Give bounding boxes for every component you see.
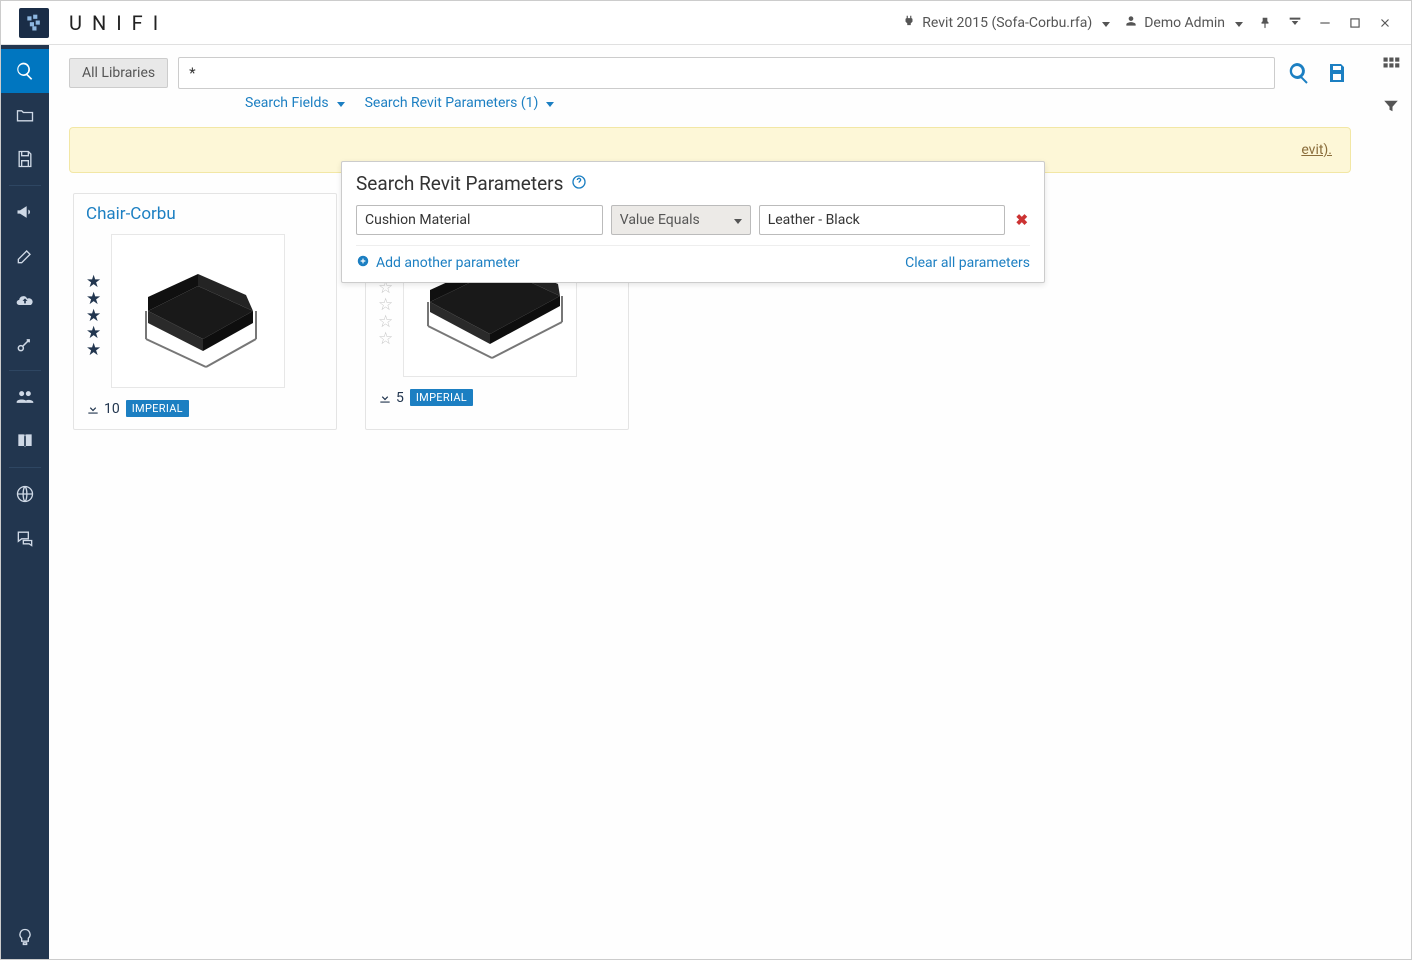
library-selector[interactable]: All Libraries [69, 58, 168, 88]
caret-down-icon [542, 95, 554, 111]
compact-icon[interactable] [1287, 15, 1303, 31]
brand-name: UNIFI [69, 11, 168, 35]
titlebar-file-dropdown[interactable]: Revit 2015 (Sofa-Corbu.rfa) [902, 14, 1110, 32]
sidebar-chat[interactable] [1, 516, 49, 560]
titlebar-user-dropdown[interactable]: Demo Admin [1124, 14, 1243, 32]
sidebar-book[interactable] [1, 419, 49, 463]
plug-icon [902, 14, 916, 32]
user-label: Demo Admin [1144, 15, 1225, 31]
sidebar-search[interactable] [1, 49, 49, 93]
filter-fields-label: Search Fields [245, 95, 329, 111]
grid-view-icon[interactable] [1381, 55, 1401, 79]
right-rail [1371, 45, 1411, 959]
thumbnail[interactable] [111, 234, 285, 388]
download-value: 5 [396, 390, 404, 406]
titlebar: UNIFI Revit 2015 (Sofa-Corbu.rfa) Demo A… [1, 1, 1411, 45]
sidebar-globe[interactable] [1, 472, 49, 516]
unit-badge: IMPERIAL [410, 389, 473, 406]
sidebar-upload[interactable] [1, 278, 49, 322]
star-icon: ★ [86, 342, 101, 359]
caret-down-icon [333, 95, 345, 111]
result-card: Chair-Corbu ★ ★ ★ ★ ★ [73, 193, 337, 430]
download-icon [378, 391, 392, 405]
file-label: Revit 2015 (Sofa-Corbu.rfa) [922, 15, 1092, 31]
filter-icon[interactable] [1382, 97, 1400, 119]
sidebar-tip[interactable] [1, 915, 49, 959]
app-window: UNIFI Revit 2015 (Sofa-Corbu.rfa) Demo A… [0, 0, 1412, 960]
download-count: 5 [378, 390, 404, 406]
search-input[interactable] [178, 57, 1275, 89]
brand-logo: UNIFI [19, 8, 168, 38]
save-search-button[interactable] [1323, 59, 1351, 87]
sidebar-link[interactable] [1, 322, 49, 366]
param-name-input[interactable] [356, 205, 603, 235]
card-title-link[interactable]: Chair-Corbu [86, 204, 176, 224]
rating[interactable]: ★ ★ ★ ★ ★ [86, 274, 101, 359]
add-param-label: Add another parameter [376, 255, 520, 271]
user-icon [1124, 14, 1138, 32]
run-search-button[interactable] [1285, 59, 1313, 87]
star-icon: ☆ [378, 331, 393, 348]
download-count: 10 [86, 401, 120, 417]
search-revit-params-dropdown[interactable]: Search Revit Parameters (1) [365, 95, 555, 111]
popover-heading: Search Revit Parameters [356, 172, 563, 195]
download-value: 10 [104, 401, 120, 417]
sidebar-announce[interactable] [1, 190, 49, 234]
maximize-icon[interactable] [1347, 15, 1363, 31]
sidebar-save[interactable] [1, 137, 49, 181]
add-parameter-link[interactable]: Add another parameter [356, 254, 520, 272]
param-operator-select[interactable]: Value Equals [611, 205, 751, 235]
content: All Libraries Search Fields Sea [49, 45, 1411, 959]
caret-down-icon [1098, 15, 1110, 31]
search-fields-dropdown[interactable]: Search Fields [245, 95, 345, 111]
remove-param-button[interactable]: ✖ [1013, 211, 1030, 229]
unit-badge: IMPERIAL [126, 400, 189, 417]
filter-params-label: Search Revit Parameters (1) [365, 95, 539, 111]
param-value-input[interactable] [759, 205, 1006, 235]
close-icon[interactable] [1377, 15, 1393, 31]
minimize-icon[interactable] [1317, 15, 1333, 31]
clear-parameters-link[interactable]: Clear all parameters [905, 255, 1030, 271]
sidebar-edit[interactable] [1, 234, 49, 278]
operator-label: Value Equals [620, 212, 700, 228]
download-icon [86, 402, 100, 416]
caret-down-icon [1231, 15, 1243, 31]
sidebar-users[interactable] [1, 375, 49, 419]
plus-circle-icon [356, 254, 370, 272]
sidebar-folder[interactable] [1, 93, 49, 137]
logo-icon [19, 8, 49, 38]
sidebar [1, 45, 49, 959]
chair-thumbnail [118, 241, 278, 381]
banner-link[interactable]: evit). [1301, 142, 1332, 158]
help-icon[interactable] [571, 174, 587, 194]
pin-icon[interactable] [1257, 15, 1273, 31]
search-params-popover: Search Revit Parameters Value Equals ✖ [341, 161, 1045, 283]
parameter-row: Value Equals ✖ [356, 205, 1030, 235]
caret-down-icon [730, 212, 742, 228]
